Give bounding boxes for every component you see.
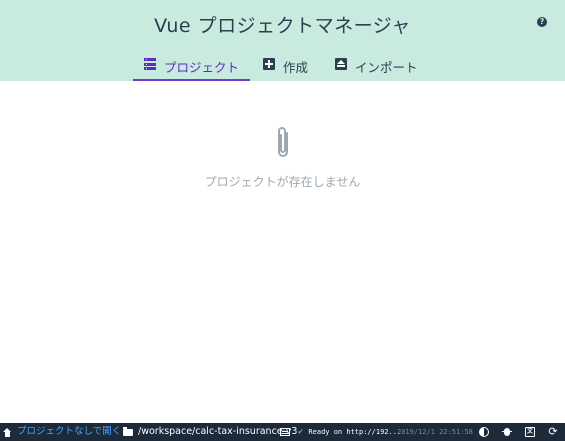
log-message[interactable]: ✔ Ready on http://192...	[298, 423, 401, 441]
header: Vue プロジェクトマネージャ ? プロジェクト 作成 インポート	[0, 0, 565, 81]
tab-import[interactable]: インポート	[335, 52, 420, 81]
log-datetime: 2019/12/1 22:51:58	[397, 428, 473, 436]
folder-path: /workspace/calc-tax-insurance-v3	[138, 426, 298, 437]
check-icon: ✔	[298, 427, 304, 437]
open-without-project-button[interactable]: プロジェクトなしで開く	[3, 423, 121, 441]
home-label: プロジェクトなしで開く	[17, 426, 122, 437]
status-bar: プロジェクトなしで開く /workspace/calc-tax-insuranc…	[0, 423, 565, 441]
tab-projects[interactable]: プロジェクト	[133, 52, 250, 81]
tab-import-label: インポート	[355, 60, 418, 75]
home-icon	[3, 427, 12, 437]
console-icon	[280, 428, 290, 436]
app-window: Vue プロジェクトマネージャ ? プロジェクト 作成 インポート プロジェクト…	[0, 0, 565, 441]
page-title: Vue プロジェクトマネージャ	[154, 15, 411, 37]
tab-projects-label: プロジェクト	[163, 60, 239, 75]
empty-state: プロジェクトが存在しません	[0, 125, 565, 190]
empty-message: プロジェクトが存在しません	[204, 175, 361, 189]
log-text: Ready on http://192...	[308, 428, 402, 436]
bug-report-icon[interactable]	[502, 427, 512, 437]
folder-path-button[interactable]: /workspace/calc-tax-insurance-v3	[123, 423, 297, 441]
tab-create-label: 作成	[283, 60, 309, 75]
list-icon	[143, 58, 156, 70]
console-button[interactable]	[280, 423, 298, 441]
refresh-icon[interactable]: ⟳	[548, 426, 558, 437]
import-icon	[335, 58, 347, 70]
folder-icon	[123, 426, 133, 436]
plus-box-icon	[263, 58, 275, 70]
paperclip-icon	[277, 127, 288, 157]
help-icon[interactable]: ?	[537, 17, 547, 27]
tab-bar: プロジェクト 作成 インポート	[0, 52, 565, 81]
theme-toggle-icon[interactable]	[479, 427, 489, 437]
tab-create[interactable]: 作成	[263, 52, 313, 81]
translate-icon[interactable]: 文	[525, 427, 535, 437]
